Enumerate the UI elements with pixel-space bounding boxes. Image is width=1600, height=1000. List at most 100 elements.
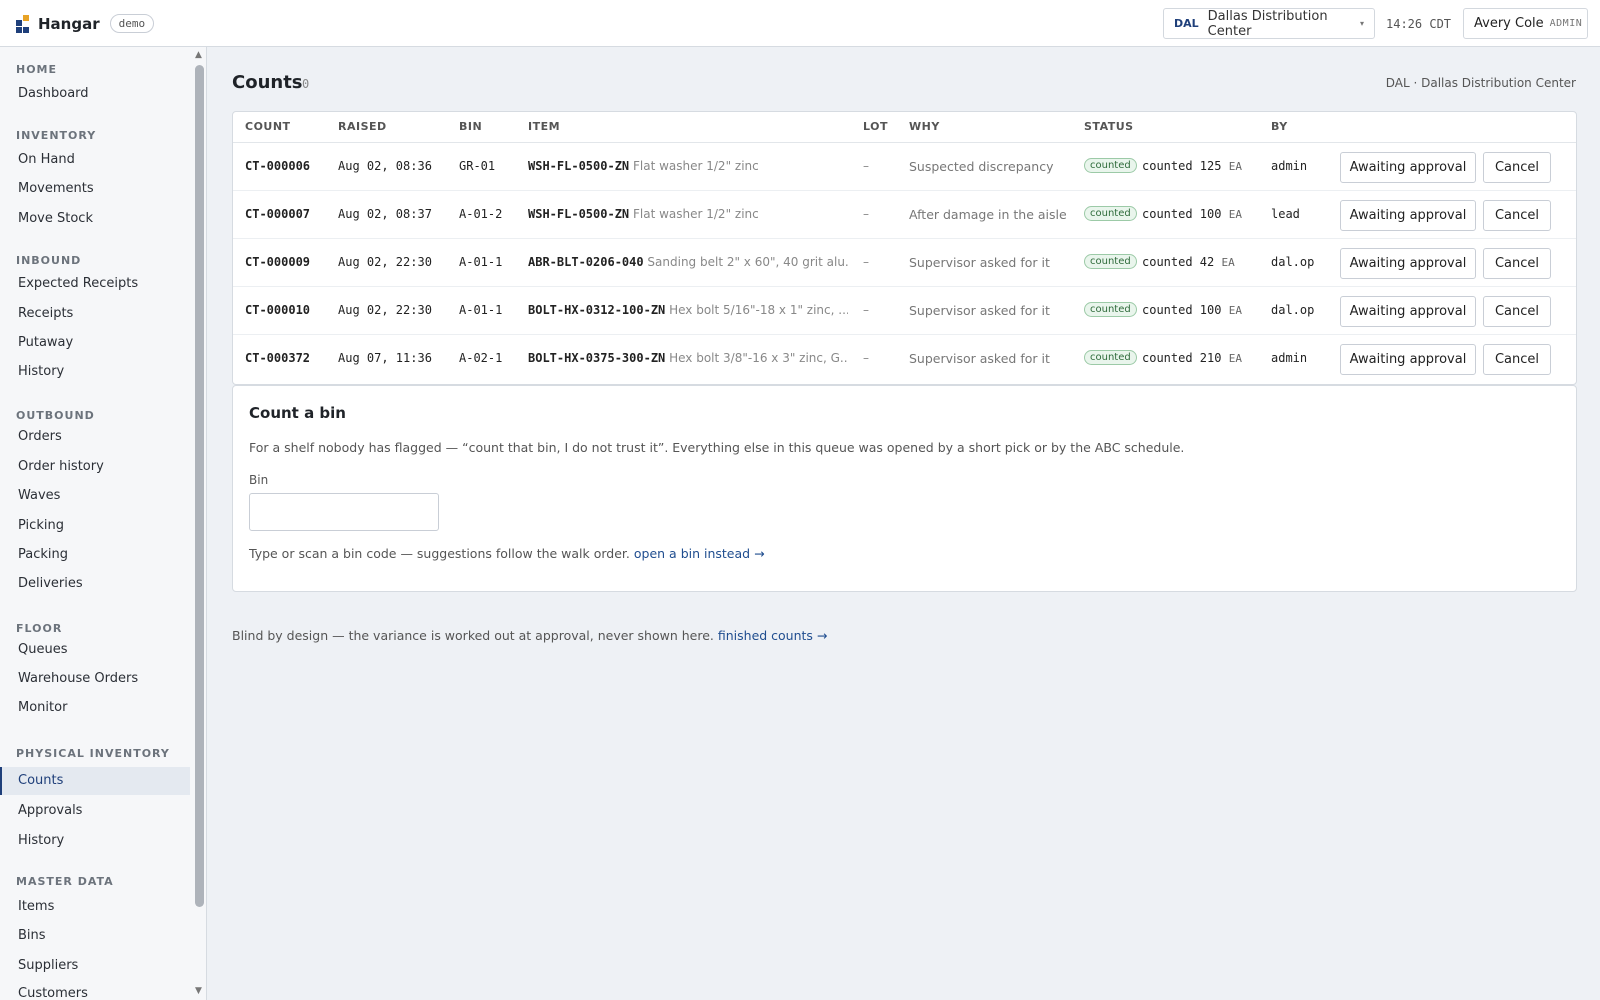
header-lot: LOT [863,120,888,133]
item-description: Sanding belt 2" x 60", 40 grit alu... [647,255,848,269]
bin-input[interactable] [249,493,439,531]
status-count: counted 100 [1142,303,1222,317]
status-count: counted 125 [1142,159,1222,173]
table-row: CT-000009 Aug 02, 22:30 A-01-1 ABR-BLT-0… [233,239,1576,287]
nav-section-floor: FLOOR [16,622,63,635]
awaiting-approval-button[interactable]: Awaiting approval [1340,296,1476,327]
brand[interactable]: Hangar demo [16,14,155,33]
cell-why: Supervisor asked for it [909,351,1050,366]
user-menu[interactable]: Avery Cole ADMIN [1463,8,1588,39]
header-status: STATUS [1084,120,1134,133]
cancel-button[interactable]: Cancel [1483,152,1551,183]
site-code: DAL [1174,17,1199,30]
cell-bin: GR-01 [459,159,496,173]
page-site-label: DAL · Dallas Distribution Center [1385,76,1576,90]
table-row: CT-000010 Aug 02, 22:30 A-01-1 BOLT-HX-0… [233,287,1576,335]
table-row: CT-000006 Aug 02, 08:36 GR-01 WSH-FL-050… [233,143,1576,191]
status-unit: EA [1228,304,1242,317]
nav-item-packing[interactable]: Packing [0,541,190,569]
cancel-button[interactable]: Cancel [1483,248,1551,279]
footer-note: Blind by design — the variance is worked… [232,628,827,643]
sidebar: HOME Dashboard INVENTORY On Hand Movemen… [0,47,207,1000]
nav-section-home: HOME [16,63,58,76]
scroll-up-icon[interactable]: ▲ [195,50,202,60]
nav-item-deliveries[interactable]: Deliveries [0,570,190,598]
form-title: Count a bin [249,404,346,422]
cell-why: Supervisor asked for it [909,303,1050,318]
cell-bin: A-02-1 [459,351,503,365]
cell-lot: – [863,255,869,269]
cell-raised: Aug 02, 08:36 [338,159,432,173]
nav-item-customers[interactable]: Customers [0,980,190,1000]
awaiting-approval-button[interactable]: Awaiting approval [1340,344,1476,375]
cell-item: ABR-BLT-0206-040 Sanding belt 2" x 60", … [528,255,848,269]
hint-text: Type or scan a bin code — suggestions fo… [249,546,630,561]
nav-item-putaway[interactable]: Putaway [0,329,190,357]
nav-item-move-stock[interactable]: Move Stock [0,205,190,233]
nav-item-suppliers[interactable]: Suppliers [0,952,190,980]
cancel-button[interactable]: Cancel [1483,200,1551,231]
nav-item-counts[interactable]: Counts [0,767,190,795]
chevron-down-icon: ▾ [1359,19,1364,28]
item-sku: WSH-FL-0500-ZN [528,159,630,173]
nav-item-dashboard[interactable]: Dashboard [0,80,190,108]
scroll-down-icon[interactable]: ▼ [195,986,202,996]
nav-item-waves[interactable]: Waves [0,482,190,510]
status-unit: EA [1228,208,1242,221]
awaiting-approval-button[interactable]: Awaiting approval [1340,200,1476,231]
scrollbar-thumb[interactable] [195,65,204,907]
cell-item: BOLT-HX-0312-100-ZN Hex bolt 5/16"-18 x … [528,303,848,317]
environment-badge: demo [109,14,155,33]
nav-item-items[interactable]: Items [0,893,190,921]
cancel-button[interactable]: Cancel [1483,296,1551,327]
hangar-logo-icon [16,14,31,33]
cell-why: Suspected discrepancy [909,159,1054,174]
table-row: CT-000007 Aug 02, 08:37 A-01-2 WSH-FL-05… [233,191,1576,239]
header-bin: BIN [459,120,483,133]
finished-counts-link[interactable]: finished counts → [718,628,828,643]
status-badge: counted [1084,158,1137,173]
header-count: COUNT [245,120,291,133]
status-text: counted 100 EA [1142,207,1242,221]
cell-count[interactable]: CT-000009 [245,255,310,269]
nav-item-expected-receipts[interactable]: Expected Receipts [0,270,190,298]
cell-lot: – [863,207,869,221]
app-name: Hangar [38,14,100,33]
awaiting-approval-button[interactable]: Awaiting approval [1340,248,1476,279]
status-badge: counted [1084,350,1137,365]
cell-count[interactable]: CT-000010 [245,303,310,317]
nav-item-orders[interactable]: Orders [0,423,190,451]
nav-item-bins[interactable]: Bins [0,922,190,950]
nav-item-approvals[interactable]: Approvals [0,797,190,825]
cell-count[interactable]: CT-000006 [245,159,310,173]
status-badge: counted [1084,302,1137,317]
nav-item-receipts[interactable]: Receipts [0,300,190,328]
nav-item-counts-history[interactable]: History [0,827,190,855]
item-description: Hex bolt 3/8"-16 x 3" zinc, G... [669,351,848,365]
awaiting-approval-button[interactable]: Awaiting approval [1340,152,1476,183]
form-hint: Type or scan a bin code — suggestions fo… [249,546,765,561]
clock: 14:26 CDT [1386,17,1452,31]
nav-item-picking[interactable]: Picking [0,512,190,540]
nav-section-master-data: MASTER DATA [16,875,114,888]
sidebar-scrollbar[interactable]: ▲ ▼ [192,47,206,1000]
top-bar: Hangar demo DAL Dallas Distribution Cent… [0,0,1600,47]
cell-count[interactable]: CT-000372 [245,351,310,365]
nav-item-queues[interactable]: Queues [0,636,190,664]
item-sku: WSH-FL-0500-ZN [528,207,630,221]
nav-item-monitor[interactable]: Monitor [0,694,190,722]
site-selector[interactable]: DAL Dallas Distribution Center ▾ [1163,8,1375,39]
cell-by: lead [1271,207,1300,221]
nav-item-warehouse-orders[interactable]: Warehouse Orders [0,665,190,693]
item-sku: BOLT-HX-0312-100-ZN [528,303,666,317]
user-name: Avery Cole [1474,16,1544,31]
nav-item-movements[interactable]: Movements [0,175,190,203]
nav-item-on-hand[interactable]: On Hand [0,146,190,174]
nav-section-inbound: INBOUND [16,254,82,267]
cell-why: Supervisor asked for it [909,255,1050,270]
nav-item-order-history[interactable]: Order history [0,453,190,481]
cell-count[interactable]: CT-000007 [245,207,310,221]
cancel-button[interactable]: Cancel [1483,344,1551,375]
nav-item-inbound-history[interactable]: History [0,358,190,386]
open-bin-link[interactable]: open a bin instead → [634,546,765,561]
